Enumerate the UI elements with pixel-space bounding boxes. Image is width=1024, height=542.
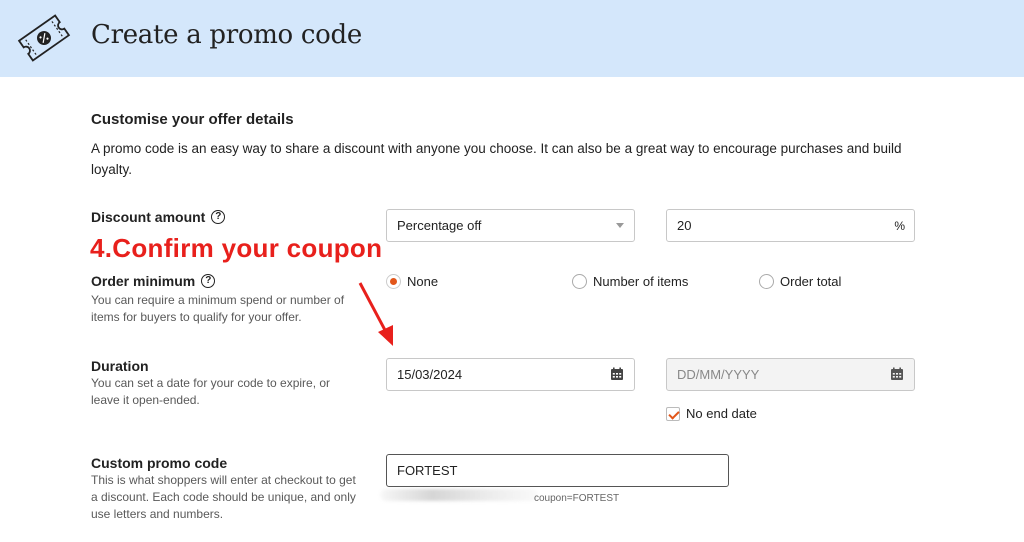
- start-date-input[interactable]: 15/03/2024: [386, 358, 635, 391]
- radio-label: None: [407, 274, 439, 289]
- percent-suffix: %: [894, 218, 905, 233]
- page-header: Create a promo code: [0, 0, 1024, 77]
- order-minimum-label-text: Order minimum: [91, 273, 196, 289]
- promo-code-label-text: Custom promo code: [91, 455, 228, 471]
- end-date-input[interactable]: DD/MM/YYYY: [666, 358, 915, 391]
- page-title: Create a promo code: [91, 20, 362, 50]
- ticket-percent-icon: [17, 14, 71, 62]
- calendar-icon[interactable]: [610, 367, 624, 381]
- order-minimum-label: Order minimum ?: [91, 273, 216, 289]
- no-end-date-checkbox[interactable]: No end date: [666, 406, 757, 421]
- discount-type-select[interactable]: Percentage off: [386, 209, 635, 242]
- order-minimum-help: You can require a minimum spend or numbe…: [91, 293, 345, 324]
- calendar-icon[interactable]: [890, 367, 904, 381]
- offer-section-description: A promo code is an easy way to share a d…: [91, 141, 902, 177]
- blurred-shop-url: [380, 489, 538, 501]
- radio-unselected-icon: [572, 274, 587, 289]
- promo-code-help: This is what shoppers will enter at chec…: [91, 473, 356, 521]
- radio-label: Number of items: [593, 274, 689, 289]
- duration-label-text: Duration: [91, 358, 149, 374]
- radio-order-minimum-items[interactable]: Number of items: [572, 274, 688, 289]
- radio-order-minimum-none[interactable]: None: [386, 274, 438, 289]
- radio-unselected-icon: [759, 274, 774, 289]
- help-icon[interactable]: ?: [201, 274, 216, 288]
- radio-order-minimum-total[interactable]: Order total: [759, 274, 841, 289]
- tutorial-annotation: 4.Confirm your coupon: [90, 233, 383, 263]
- discount-amount-value: 20: [677, 218, 692, 233]
- help-icon[interactable]: ?: [211, 210, 226, 224]
- duration-label: Duration: [91, 358, 149, 374]
- discount-amount-label: Discount amount ?: [91, 209, 226, 225]
- promo-code-input[interactable]: FORTEST: [386, 454, 729, 487]
- discount-type-value: Percentage off: [397, 218, 482, 233]
- promo-url-suffix: coupon=FORTEST: [534, 493, 620, 504]
- duration-help: You can set a date for your code to expi…: [91, 376, 331, 407]
- discount-amount-label-text: Discount amount: [91, 209, 206, 225]
- promo-code-label: Custom promo code: [91, 455, 227, 471]
- chevron-down-icon: [616, 223, 624, 228]
- no-end-date-label: No end date: [686, 406, 757, 421]
- checkbox-checked-icon: [666, 406, 680, 421]
- radio-selected-icon: [386, 274, 401, 289]
- radio-label: Order total: [780, 274, 842, 289]
- promo-code-value: FORTEST: [397, 463, 458, 478]
- offer-section-title: Customise your offer details: [91, 111, 294, 128]
- discount-amount-input[interactable]: 20 %: [666, 209, 915, 242]
- end-date-placeholder: DD/MM/YYYY: [677, 367, 760, 382]
- start-date-value: 15/03/2024: [397, 367, 463, 382]
